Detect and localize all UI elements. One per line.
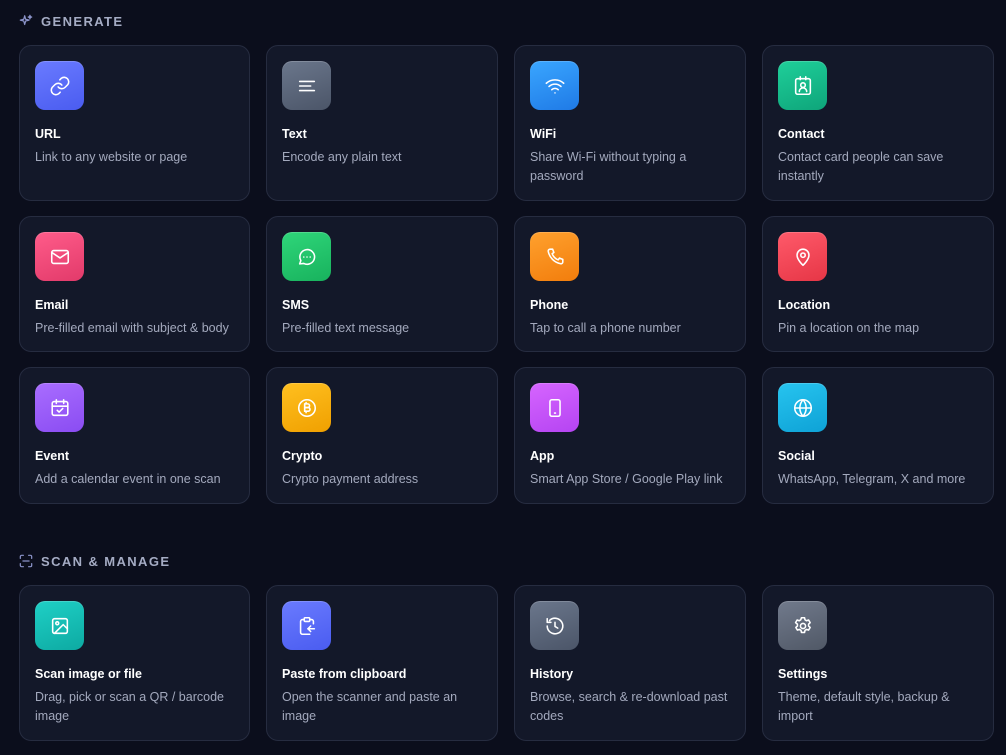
mobile-device-icon (548, 398, 561, 417)
link-icon (50, 76, 69, 95)
card-description: Link to any website or page (35, 150, 188, 164)
card-settings[interactable]: Settings Theme, default style, backup & … (762, 585, 994, 741)
card-description: Drag, pick or scan a QR / barcode image (35, 690, 224, 723)
card-event[interactable]: Event Add a calendar event in one scan (19, 367, 250, 504)
card-social[interactable]: Social WhatsApp, Telegram, X and more (762, 367, 994, 504)
card-title: Text (282, 127, 307, 141)
card-scan-image[interactable]: Scan image or file Drag, pick or scan a … (19, 585, 250, 741)
wifi-icon (545, 78, 564, 94)
tile-scan-image (35, 601, 84, 650)
map-pin-icon (795, 247, 810, 266)
card-description: Encode any plain text (282, 150, 402, 164)
tile-contact (778, 61, 827, 110)
card-title: Settings (778, 667, 828, 681)
contact-card-icon (794, 75, 811, 95)
globe-icon (793, 398, 812, 417)
bitcoin-icon (297, 398, 316, 417)
tile-settings (778, 601, 827, 650)
card-title: Email (35, 298, 69, 312)
tile-event (35, 383, 84, 432)
tile-crypto (282, 383, 331, 432)
card-description: Contact card people can save instantly (778, 150, 944, 183)
card-history[interactable]: History Browse, search & re-download pas… (514, 585, 746, 741)
card-title: WiFi (530, 127, 557, 141)
phone-icon (546, 247, 564, 265)
card-title: Social (778, 449, 815, 463)
card-description: Browse, search & re-download past codes (530, 690, 728, 723)
tile-phone (530, 232, 579, 281)
card-title: Location (778, 298, 831, 312)
card-title: Phone (530, 298, 569, 312)
card-title: Crypto (282, 449, 323, 463)
card-title: History (530, 667, 574, 681)
section-header-generate: GENERATE (19, 11, 123, 31)
card-sms[interactable]: SMS Pre-filled text message (266, 216, 498, 352)
card-location[interactable]: Location Pin a location on the map (762, 216, 994, 352)
sparkles-icon (19, 14, 33, 28)
mail-icon (50, 249, 69, 264)
card-title: Paste from clipboard (282, 667, 407, 681)
scan-manage-grid: Scan image or file Drag, pick or scan a … (19, 585, 994, 741)
home-screen: GENERATE URL Link to any website or page… (0, 0, 1006, 755)
tile-sms (282, 232, 331, 281)
tile-history (530, 601, 579, 650)
card-title: SMS (282, 298, 310, 312)
card-paste-clipboard[interactable]: Paste from clipboard Open the scanner an… (266, 585, 498, 741)
card-description: Crypto payment address (282, 472, 419, 486)
card-title: URL (35, 127, 61, 141)
history-icon (545, 616, 564, 635)
card-description: Pin a location on the map (778, 321, 920, 335)
card-contact[interactable]: Contact Contact card people can save ins… (762, 45, 994, 201)
card-title: App (530, 449, 555, 463)
card-description: Open the scanner and paste an image (282, 690, 458, 723)
tile-url (35, 61, 84, 110)
card-description: Add a calendar event in one scan (35, 472, 221, 486)
card-description: Pre-filled email with subject & body (35, 321, 229, 335)
calendar-check-icon (50, 398, 69, 416)
card-text[interactable]: Text Encode any plain text (266, 45, 498, 201)
card-description: Theme, default style, backup & import (778, 690, 950, 723)
card-description: WhatsApp, Telegram, X and more (778, 472, 966, 486)
card-crypto[interactable]: Crypto Crypto payment address (266, 367, 498, 504)
clipboard-paste-icon (299, 616, 315, 635)
generate-grid: URL Link to any website or page Text Enc… (19, 45, 994, 504)
image-icon (51, 617, 68, 634)
card-description: Pre-filled text message (282, 321, 410, 335)
card-wifi[interactable]: WiFi Share Wi-Fi without typing a passwo… (514, 45, 746, 201)
text-lines-icon (298, 80, 315, 91)
section-header-scan-manage: SCAN & MANAGE (19, 551, 170, 571)
gear-icon (794, 616, 811, 633)
card-description: Smart App Store / Google Play link (530, 472, 723, 486)
card-title: Event (35, 449, 70, 463)
section-title: GENERATE (41, 13, 124, 29)
card-app[interactable]: App Smart App Store / Google Play link (514, 367, 746, 504)
card-title: Scan image or file (35, 667, 142, 681)
card-description: Share Wi-Fi without typing a password (530, 150, 687, 183)
tile-email (35, 232, 84, 281)
card-phone[interactable]: Phone Tap to call a phone number (514, 216, 746, 352)
tile-social (778, 383, 827, 432)
tile-wifi (530, 61, 579, 110)
tile-paste-clipboard (282, 601, 331, 650)
scan-frame-icon (19, 554, 33, 568)
section-title: SCAN & MANAGE (41, 553, 171, 569)
tile-app (530, 383, 579, 432)
tile-location (778, 232, 827, 281)
chat-bubble-icon (298, 248, 315, 265)
card-title: Contact (778, 127, 825, 141)
tile-text (282, 61, 331, 110)
card-description: Tap to call a phone number (530, 321, 681, 335)
card-url[interactable]: URL Link to any website or page (19, 45, 250, 201)
card-email[interactable]: Email Pre-filled email with subject & bo… (19, 216, 250, 352)
